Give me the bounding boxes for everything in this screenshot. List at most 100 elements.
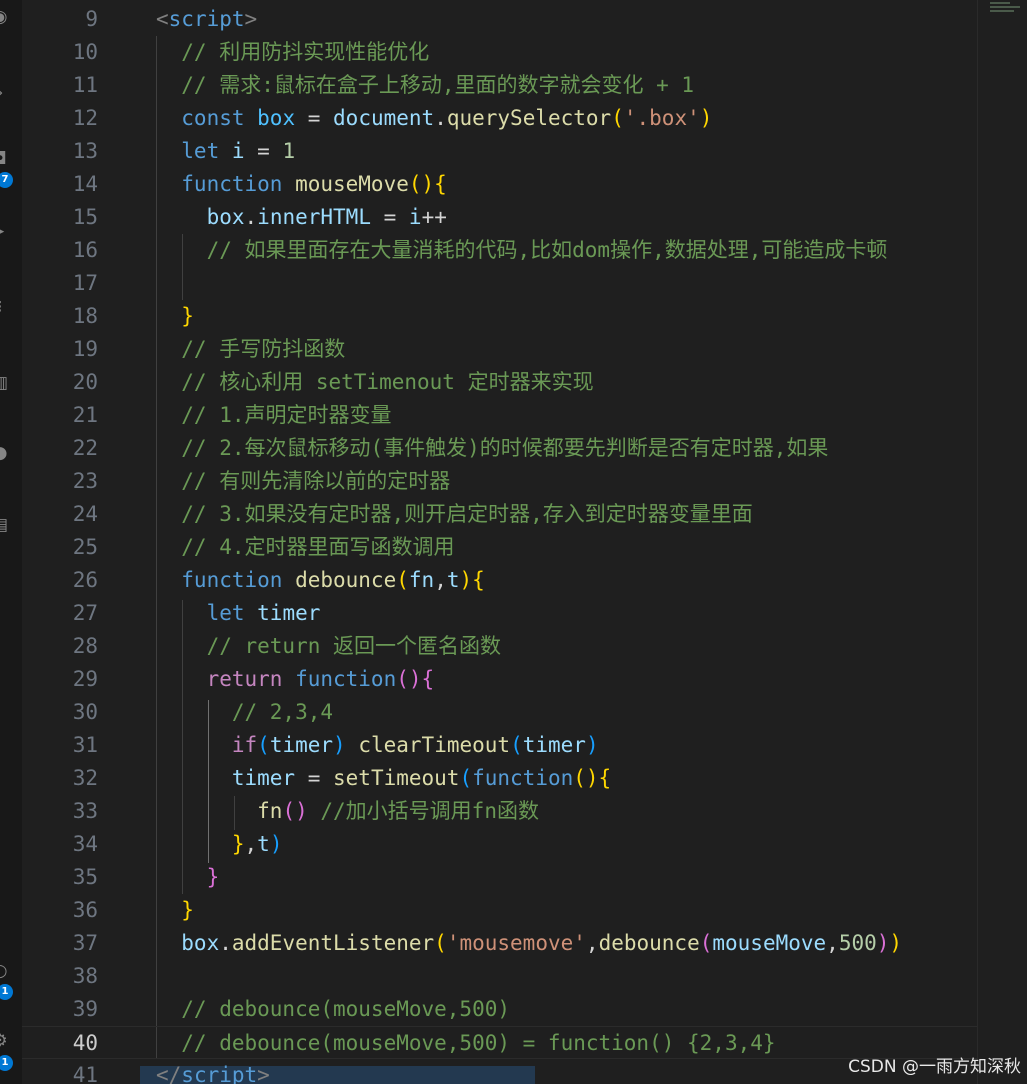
accounts-icon[interactable]: ○	[0, 962, 9, 980]
chevron-right-icon[interactable]: ›	[0, 84, 9, 102]
code-token: // debounce(mouseMove,500) = function() …	[156, 1031, 776, 1055]
code-line[interactable]: 22 // 2.每次鼠标移动(事件触发)的时候都要先判断是否有定时器,如果	[22, 432, 977, 465]
code-line[interactable]: 18 }	[22, 300, 977, 333]
line-code: </script>	[156, 1059, 270, 1084]
github-icon[interactable]: ●	[0, 444, 9, 462]
code-line[interactable]: 39 // debounce(mouseMove,500)	[22, 993, 977, 1026]
code-line[interactable]: 33 fn() //加小括号调用fn函数	[22, 795, 977, 828]
code-line[interactable]: 23 // 有则先清除以前的定时器	[22, 465, 977, 498]
code-token: (	[459, 766, 473, 790]
code-token: }	[156, 865, 220, 889]
line-code: let timer	[156, 597, 321, 630]
line-code: }	[156, 300, 194, 333]
code-token: ,	[826, 931, 839, 955]
line-number: 38	[72, 964, 98, 988]
code-line[interactable]: 28 // return 返回一个匿名函数	[22, 630, 977, 663]
code-token: querySelector	[446, 106, 612, 130]
line-number: 35	[72, 865, 98, 889]
source-control-icon[interactable]: ◘	[0, 150, 9, 168]
extensions-icon[interactable]: ⁝	[0, 298, 9, 316]
line-number: 28	[72, 634, 98, 658]
line-number: 25	[72, 535, 98, 559]
code-line[interactable]: 25 // 4.定时器里面写函数调用	[22, 531, 977, 564]
code-line[interactable]: 30 // 2,3,4	[22, 696, 977, 729]
settings-gear-icon[interactable]: ⚙	[0, 1032, 9, 1050]
code-line[interactable]: 24 // 3.如果没有定时器,则开启定时器,存入到定时器变量里面	[22, 498, 977, 531]
code-line[interactable]: 35 }	[22, 861, 977, 894]
code-token: i	[408, 205, 422, 229]
line-number: 10	[72, 40, 98, 64]
code-token: (	[257, 733, 270, 757]
code-line[interactable]: 41 </script>	[22, 1059, 977, 1084]
code-line[interactable]: 34 },t)	[22, 828, 977, 861]
code-token: // 3.如果没有定时器,则开启定时器,存入到定时器变量里面	[156, 502, 753, 526]
code-line[interactable]: 17	[22, 267, 977, 300]
code-token: }	[156, 304, 194, 328]
code-token: // 4.定时器里面写函数调用	[156, 535, 455, 559]
code-token: )	[699, 106, 713, 130]
code-token: t	[446, 568, 460, 592]
line-number: 39	[72, 997, 98, 1021]
code-line[interactable]: 26 function debounce(fn,t){	[22, 564, 977, 597]
code-line[interactable]: 12 const box = document.querySelector('.…	[22, 102, 977, 135]
line-number: 15	[72, 205, 98, 229]
code-token: (){	[396, 667, 435, 691]
code-editor[interactable]: 9 <script> 10 // 利用防抖实现性能优化 11 // 需求:鼠标在盒子上…	[22, 0, 977, 1084]
code-line[interactable]: 21 // 1.声明定时器变量	[22, 399, 977, 432]
code-token: </	[156, 1063, 182, 1084]
code-token: // 手写防抖函数	[156, 337, 346, 361]
code-line[interactable]: 19 // 手写防抖函数	[22, 333, 977, 366]
code-line[interactable]: 10 // 利用防抖实现性能优化	[22, 36, 977, 69]
line-code: return function(){	[156, 663, 435, 696]
code-line[interactable]: 20 // 核心利用 setTimenout 定时器来实现	[22, 366, 977, 399]
code-token: fn	[156, 799, 283, 823]
code-token: >	[257, 1063, 270, 1084]
code-token: innerHTML	[257, 205, 371, 229]
code-line[interactable]: 13 let i = 1	[22, 135, 977, 168]
code-line[interactable]: 37 box.addEventListener('mousemove',debo…	[22, 927, 977, 960]
code-token: // 2,3,4	[156, 700, 334, 724]
code-token: )	[889, 931, 903, 955]
code-token: (	[699, 931, 713, 955]
code-line[interactable]: 16 // 如果里面存在大量消耗的代码,比如dom操作,数据处理,可能造成卡顿	[22, 234, 977, 267]
code-token: timer	[156, 766, 296, 790]
line-code: // 有则先清除以前的定时器	[156, 465, 450, 498]
code-token: function	[156, 172, 296, 196]
code-token: // 1.声明定时器变量	[156, 403, 392, 427]
code-token: )	[876, 931, 890, 955]
code-line[interactable]: 27 let timer	[22, 597, 977, 630]
code-line[interactable]: 38	[22, 960, 977, 993]
code-line[interactable]: 15 box.innerHTML = i++	[22, 201, 977, 234]
testing-icon[interactable]: ▤	[0, 516, 9, 534]
code-line[interactable]: 31 if(timer) clearTimeout(timer)	[22, 729, 977, 762]
code-token: (	[611, 106, 624, 130]
code-token: {	[472, 568, 485, 592]
line-number: 27	[72, 601, 98, 625]
code-line[interactable]: 11 // 需求:鼠标在盒子上移动,里面的数字就会变化 + 1	[22, 69, 977, 102]
code-token: let	[156, 139, 232, 163]
line-number: 30	[72, 700, 98, 724]
code-token: // 如果里面存在大量消耗的代码,比如dom操作,数据处理,可能造成卡顿	[156, 238, 888, 262]
code-token: mouseMove	[712, 931, 827, 955]
run-debug-icon[interactable]: ▸	[0, 222, 9, 240]
code-token: return	[156, 667, 296, 691]
line-number: 31	[72, 733, 98, 757]
code-line[interactable]: 32 timer = setTimeout(function(){	[22, 762, 977, 795]
code-line[interactable]: 14 function mouseMove(){	[22, 168, 977, 201]
code-token: debounce	[598, 931, 700, 955]
code-token: let	[156, 601, 258, 625]
line-code: let i = 1	[156, 135, 295, 168]
code-line[interactable]: 9 <script>	[22, 3, 977, 36]
code-token: if	[156, 733, 258, 757]
minimap[interactable]	[977, 0, 1027, 1084]
code-token: // 需求:鼠标在盒子上移动,里面的数字就会变化 + 1	[156, 73, 695, 97]
explorer-icon[interactable]: ◉	[0, 8, 9, 26]
line-code: if(timer) clearTimeout(timer)	[156, 729, 599, 762]
code-token: .	[434, 106, 447, 130]
line-number: 16	[72, 238, 98, 262]
code-token: 500	[838, 931, 877, 955]
code-line[interactable]: 40 // debounce(mouseMove,500) = function…	[22, 1026, 977, 1059]
code-line[interactable]: 36 }	[22, 894, 977, 927]
code-line[interactable]: 29 return function(){	[22, 663, 977, 696]
remote-explorer-icon[interactable]: ▥	[0, 374, 9, 392]
